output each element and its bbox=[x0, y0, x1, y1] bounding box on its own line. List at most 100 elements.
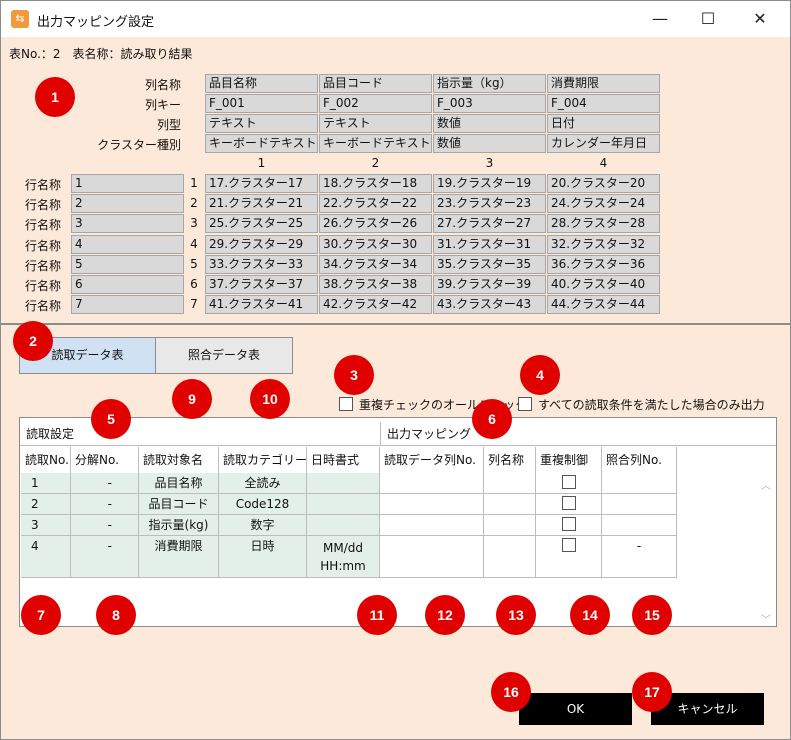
cluster-cell: 24.クラスター24 bbox=[547, 194, 660, 214]
col-header-match-col-no[interactable]: 照合列No. bbox=[602, 447, 677, 473]
row-name-cell: 6 bbox=[71, 275, 184, 294]
title-bar: ⇆ 出力マッピング設定 — ☐ ✕ bbox=[1, 1, 790, 37]
all-conditions-checkbox[interactable] bbox=[518, 397, 532, 411]
split-cell: - bbox=[71, 536, 139, 578]
column-cluster-cell: 数値 bbox=[433, 134, 546, 153]
cluster-cell: 32.クラスター32 bbox=[547, 234, 660, 254]
row-label: 行名称 bbox=[25, 238, 62, 253]
minimize-button[interactable]: — bbox=[637, 1, 683, 37]
callout-badge: 11 bbox=[357, 595, 397, 635]
callout-badge: 6 bbox=[472, 399, 512, 439]
output-cell[interactable] bbox=[484, 494, 536, 515]
maximize-button[interactable]: ☐ bbox=[685, 1, 731, 37]
dup-control-cell[interactable] bbox=[536, 515, 602, 536]
output-cell[interactable] bbox=[380, 494, 484, 515]
dup-control-checkbox[interactable] bbox=[561, 496, 576, 510]
callout-badge: 12 bbox=[425, 595, 465, 635]
row-name-cell: 4 bbox=[71, 234, 184, 254]
category-cell: 全読み bbox=[219, 473, 307, 494]
cluster-cell: 29.クラスター29 bbox=[205, 234, 318, 254]
ok-button[interactable]: OK bbox=[519, 693, 632, 725]
row-name-cell: 3 bbox=[71, 214, 184, 234]
column-number: 2 bbox=[371, 156, 380, 170]
cluster-cell: 26.クラスター26 bbox=[319, 214, 432, 234]
column-number: 3 bbox=[485, 156, 494, 170]
scroll-down-arrow-icon[interactable]: ﹀ bbox=[759, 611, 773, 626]
col-header-data-col-no[interactable]: 読取データ列No. bbox=[380, 447, 484, 473]
mapping-app-icon: ⇆ bbox=[11, 10, 29, 28]
column-type-cell: テキスト bbox=[319, 114, 432, 133]
cluster-cell: 31.クラスター31 bbox=[433, 234, 546, 254]
match-cell[interactable]: - bbox=[602, 536, 677, 578]
meta-label-cluster: クラスター種別 bbox=[97, 138, 181, 152]
column-type-cell: 数値 bbox=[433, 114, 546, 133]
tab-match-data[interactable]: 照合データ表 bbox=[155, 337, 293, 374]
column-number: 4 bbox=[599, 156, 608, 170]
output-cell[interactable] bbox=[380, 515, 484, 536]
column-key-cell: F_002 bbox=[319, 94, 432, 113]
callout-badge: 10 bbox=[250, 379, 290, 419]
cluster-cell: 22.クラスター22 bbox=[319, 194, 432, 214]
row-name-cell: 1 bbox=[71, 174, 184, 193]
match-cell[interactable] bbox=[602, 515, 677, 536]
cluster-cell: 41.クラスター41 bbox=[205, 295, 318, 315]
output-cell[interactable] bbox=[484, 536, 536, 578]
column-name-cell: 品目名称 bbox=[205, 74, 318, 93]
col-header-dup-control[interactable]: 重複制御 bbox=[536, 447, 602, 473]
callout-badge: 9 bbox=[172, 379, 212, 419]
dup-control-checkbox[interactable] bbox=[561, 517, 576, 531]
dialog-window: ⇆ 出力マッピング設定 — ☐ ✕ 表No.：2 表名称：読み取り結果 列名称 … bbox=[0, 0, 791, 740]
col-header-col-name[interactable]: 列名称 bbox=[484, 447, 536, 473]
output-mapping-header: 出力マッピング bbox=[380, 422, 776, 446]
dup-control-checkbox[interactable] bbox=[561, 538, 576, 552]
col-header-read-no[interactable]: 読取No. bbox=[21, 447, 71, 473]
cluster-cell: 21.クラスター21 bbox=[205, 194, 318, 214]
col-header-split-no[interactable]: 分解No. bbox=[71, 447, 139, 473]
callout-badge: 5 bbox=[91, 399, 131, 439]
col-header-target-name[interactable]: 読取対象名 bbox=[139, 447, 219, 473]
close-button[interactable]: ✕ bbox=[737, 1, 783, 37]
callout-badge: 1 bbox=[35, 77, 75, 117]
dup-all-checkbox[interactable] bbox=[339, 397, 353, 411]
cluster-cell: 28.クラスター28 bbox=[547, 214, 660, 234]
row-number: 5 bbox=[190, 256, 198, 271]
output-cell[interactable] bbox=[484, 473, 536, 494]
cluster-cell: 43.クラスター43 bbox=[433, 295, 546, 315]
read-settings-header: 読取設定 bbox=[20, 422, 380, 446]
column-number: 1 bbox=[257, 156, 266, 170]
target-cell: 指示量(kg) bbox=[139, 515, 219, 536]
callout-badge: 16 bbox=[491, 672, 531, 712]
no-cell: 4 bbox=[21, 536, 71, 578]
column-cluster-cell: キーボードテキスト bbox=[205, 134, 318, 153]
row-label: 行名称 bbox=[25, 258, 62, 273]
dup-control-cell[interactable] bbox=[536, 536, 602, 578]
row-name-cell: 7 bbox=[71, 295, 184, 315]
column-key-cell: F_004 bbox=[547, 94, 660, 113]
output-cell[interactable] bbox=[380, 536, 484, 578]
col-header-category[interactable]: 読取カテゴリー bbox=[219, 447, 307, 473]
output-cell[interactable] bbox=[380, 473, 484, 494]
column-cluster-cell: カレンダー年月日 bbox=[547, 134, 660, 153]
row-number: 1 bbox=[190, 176, 198, 190]
column-name-cell: 指示量（kg） bbox=[433, 74, 546, 93]
scroll-up-arrow-icon[interactable]: ︿ bbox=[759, 477, 773, 492]
meta-label-name: 列名称 bbox=[144, 78, 181, 92]
cluster-cell: 39.クラスター39 bbox=[433, 275, 546, 294]
datetime-format-line: MM/dd bbox=[323, 541, 363, 555]
category-cell: 日時 bbox=[219, 536, 307, 578]
match-cell[interactable] bbox=[602, 494, 677, 515]
match-cell[interactable] bbox=[602, 473, 677, 494]
callout-badge: 7 bbox=[21, 595, 61, 635]
dup-control-cell[interactable] bbox=[536, 494, 602, 515]
column-type-cell: テキスト bbox=[205, 114, 318, 133]
cluster-cell: 19.クラスター19 bbox=[433, 174, 546, 193]
dup-control-cell[interactable] bbox=[536, 473, 602, 494]
meta-label-key: 列キー bbox=[144, 98, 181, 112]
cluster-cell: 35.クラスター35 bbox=[433, 254, 546, 274]
row-number: 3 bbox=[190, 216, 198, 231]
output-cell[interactable] bbox=[484, 515, 536, 536]
col-header-datetime-format[interactable]: 日時書式 bbox=[307, 447, 380, 473]
cluster-cell: 18.クラスター18 bbox=[319, 174, 432, 193]
dup-control-checkbox[interactable] bbox=[561, 475, 576, 489]
cluster-cell: 20.クラスター20 bbox=[547, 174, 660, 193]
